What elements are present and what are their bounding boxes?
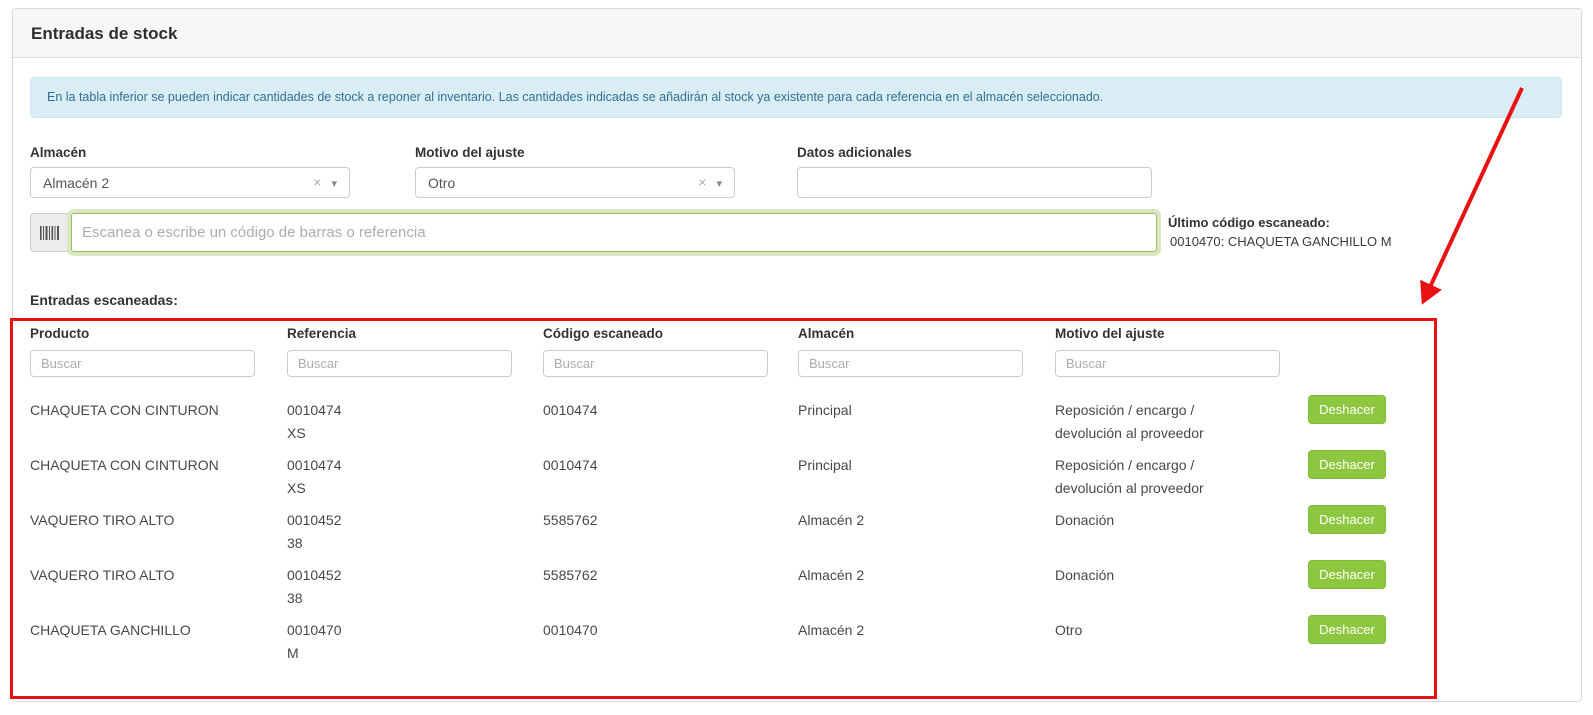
almacen-label: Almacén	[30, 145, 87, 160]
col-codigo: Código escaneado	[543, 326, 664, 341]
motivo-select-value: Otro	[428, 174, 456, 191]
entries-title: Entradas escaneadas:	[30, 292, 178, 308]
filter-producto-input[interactable]	[30, 350, 255, 377]
cell-codigo: 5585762	[543, 512, 598, 528]
table-row: CHAQUETA CON CINTURON 0010474 XS 0010474…	[30, 391, 1400, 446]
col-almacen: Almacén	[798, 326, 855, 341]
caret-down-icon[interactable]	[331, 174, 337, 192]
table-header: Producto Referencia Código escaneado Alm…	[30, 324, 1400, 350]
cell-motivo: Donación	[1055, 512, 1115, 528]
cell-referencia: 0010452 38	[287, 512, 342, 551]
cell-referencia: 0010474 XS	[287, 402, 342, 441]
cell-almacen: Principal	[798, 457, 852, 473]
col-motivo: Motivo del ajuste	[1055, 326, 1165, 341]
cell-referencia: 0010470 M	[287, 622, 342, 661]
cell-codigo: 0010474	[543, 457, 598, 473]
cell-motivo: Reposición / encargo / devolución al pro…	[1055, 402, 1204, 441]
cell-producto: VAQUERO TIRO ALTO	[30, 512, 175, 528]
table-row: VAQUERO TIRO ALTO 0010452 38 5585762 Alm…	[30, 501, 1400, 556]
cell-producto: CHAQUETA CON CINTURON	[30, 402, 219, 418]
motivo-label: Motivo del ajuste	[415, 145, 525, 160]
scan-input[interactable]	[71, 213, 1157, 252]
cell-almacen: Almacén 2	[798, 622, 865, 638]
undo-button[interactable]: Deshacer	[1308, 560, 1386, 589]
filter-referencia-input[interactable]	[287, 350, 512, 377]
barcode-addon	[30, 213, 69, 252]
table-row: CHAQUETA CON CINTURON 0010474 XS 0010474…	[30, 446, 1400, 501]
cell-almacen: Almacén 2	[798, 567, 865, 583]
undo-button[interactable]: Deshacer	[1308, 505, 1386, 534]
cell-almacen: Principal	[798, 402, 852, 418]
cell-codigo: 5585762	[543, 567, 598, 583]
last-scanned-value: 0010470: CHAQUETA GANCHILLO M	[1170, 234, 1392, 249]
undo-button[interactable]: Deshacer	[1308, 615, 1386, 644]
filter-almacen-input[interactable]	[798, 350, 1023, 377]
cell-producto: VAQUERO TIRO ALTO	[30, 567, 175, 583]
table-row: VAQUERO TIRO ALTO 0010452 38 5585762 Alm…	[30, 556, 1400, 611]
undo-button[interactable]: Deshacer	[1308, 395, 1386, 424]
datos-label: Datos adicionales	[797, 145, 912, 160]
clear-icon[interactable]	[313, 174, 321, 192]
cell-producto: CHAQUETA CON CINTURON	[30, 457, 219, 473]
cell-codigo: 0010474	[543, 402, 598, 418]
cell-referencia: 0010452 38	[287, 567, 342, 606]
table-filters	[30, 350, 1400, 391]
barcode-icon	[39, 225, 59, 240]
cell-motivo: Donación	[1055, 567, 1115, 583]
cell-motivo: Otro	[1055, 622, 1083, 638]
stock-entries-page: Entradas de stock En la tabla inferior s…	[0, 0, 1593, 715]
cell-codigo: 0010470	[543, 622, 598, 638]
page-title: Entradas de stock	[31, 24, 178, 43]
cell-producto: CHAQUETA GANCHILLO	[30, 622, 191, 638]
cell-referencia: 0010474 XS	[287, 457, 342, 496]
last-scanned-label: Último código escaneado:	[1168, 215, 1330, 230]
datos-adicionales-input[interactable]	[797, 167, 1152, 198]
card-header: Entradas de stock	[13, 9, 1581, 58]
almacen-select-value: Almacén 2	[43, 174, 110, 191]
caret-down-icon[interactable]	[716, 174, 722, 192]
cell-motivo: Reposición / encargo / devolución al pro…	[1055, 457, 1204, 496]
cell-almacen: Almacén 2	[798, 512, 865, 528]
col-actions	[1308, 324, 1400, 350]
filter-codigo-input[interactable]	[543, 350, 768, 377]
col-producto: Producto	[30, 326, 90, 341]
clear-icon[interactable]	[698, 174, 706, 192]
table-row: CHAQUETA GANCHILLO 0010470 M 0010470 Alm…	[30, 611, 1400, 666]
motivo-select[interactable]: Otro	[415, 167, 735, 198]
entries-table: Producto Referencia Código escaneado Alm…	[30, 324, 1400, 666]
info-banner: En la tabla inferior se pueden indicar c…	[30, 77, 1562, 118]
col-referencia: Referencia	[287, 326, 357, 341]
almacen-select[interactable]: Almacén 2	[30, 167, 350, 198]
filter-motivo-input[interactable]	[1055, 350, 1280, 377]
undo-button[interactable]: Deshacer	[1308, 450, 1386, 479]
